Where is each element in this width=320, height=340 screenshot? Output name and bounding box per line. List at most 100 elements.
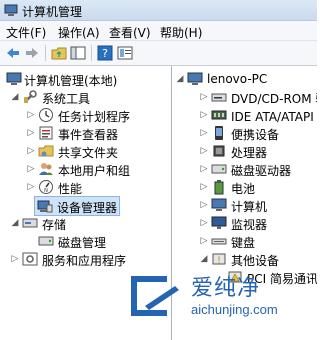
tree-item-disk-management[interactable]: 磁盘管理	[2, 232, 167, 250]
collapsed-arrow-icon[interactable]: ▷	[199, 127, 209, 139]
device-category-keyboard[interactable]: ▷ 键盘	[173, 232, 317, 250]
tree-item-storage[interactable]: ◢ 存储	[2, 214, 167, 232]
watermark-url: aichunjing.com	[191, 302, 278, 317]
device-manager-icon	[37, 200, 53, 213]
tree-item-label: 事件查看器	[58, 128, 119, 142]
menu-view[interactable]: 查看(V)	[109, 24, 151, 41]
collapsed-arrow-icon[interactable]: ▷	[199, 163, 209, 175]
back-icon[interactable]	[5, 45, 21, 61]
processor-icon	[213, 145, 225, 157]
disk-management-icon	[38, 236, 54, 246]
device-category-dvd[interactable]: ▷ DVD/CD-ROM 驱	[173, 88, 317, 106]
battery-icon	[214, 180, 224, 195]
toolbar: ?	[0, 41, 317, 66]
tree-item-label: 磁盘管理	[58, 236, 107, 250]
collapsed-arrow-icon[interactable]: ▷	[26, 127, 36, 139]
tree-item-performance[interactable]: ▷ N 性能	[2, 178, 167, 196]
collapsed-arrow-icon[interactable]: ▷	[199, 199, 209, 211]
portable-device-icon	[215, 126, 223, 140]
expanded-arrow-icon[interactable]: ◢	[175, 73, 185, 85]
forward-icon[interactable]	[24, 45, 40, 61]
shared-folder-icon	[38, 145, 54, 157]
device-category-label: 计算机	[231, 200, 268, 214]
collapsed-arrow-icon[interactable]: ▷	[199, 145, 209, 157]
tree-item-task-scheduler[interactable]: ▷ 任务计划程序	[2, 106, 167, 124]
svg-text:?: ?	[102, 47, 108, 60]
computer-icon	[211, 198, 227, 211]
tree-item-label: 存储	[42, 218, 67, 232]
menu-action[interactable]: 操作(A)	[58, 24, 100, 41]
expanded-arrow-icon[interactable]: ◢	[10, 217, 20, 229]
device-category-disk-drives[interactable]: ▷ 磁盘驱动器	[173, 160, 317, 178]
ide-controller-icon	[211, 110, 227, 120]
toolbar-separator	[45, 45, 46, 61]
device-root-lenovo-pc[interactable]: ◢ lenovo-PC	[173, 70, 317, 88]
tree-item-event-viewer[interactable]: ▷ 事件查看器	[2, 124, 167, 142]
tree-item-label: 性能	[58, 182, 83, 196]
collapsed-arrow-icon[interactable]: ▷	[199, 91, 209, 103]
device-category-label: DVD/CD-ROM 驱	[231, 92, 317, 106]
users-icon	[39, 163, 53, 175]
properties-icon[interactable]	[117, 45, 133, 61]
device-category-label: 便携设备	[231, 128, 280, 142]
tree-item-device-manager[interactable]: 设备管理器	[34, 196, 120, 216]
event-viewer-icon	[39, 126, 53, 140]
computer-management-icon	[4, 4, 18, 16]
storage-icon	[22, 218, 38, 228]
up-folder-icon[interactable]	[51, 45, 67, 61]
tree-item-computer-management[interactable]: 计算机管理(本地)	[2, 70, 167, 88]
help-icon[interactable]: ?	[97, 45, 113, 61]
toolbar-separator	[91, 45, 92, 61]
tree-item-label: 系统工具	[42, 92, 91, 106]
disk-drive-icon	[211, 164, 227, 174]
keyboard-icon	[211, 238, 227, 245]
title-bar: 计算机管理	[0, 0, 317, 21]
collapsed-arrow-icon[interactable]: ▷	[199, 235, 209, 247]
collapsed-arrow-icon[interactable]: ▷	[26, 109, 36, 121]
computer-icon	[187, 72, 203, 85]
tree-item-label: 本地用户和组	[58, 164, 131, 178]
collapsed-arrow-icon[interactable]: ▷	[10, 253, 20, 265]
device-category-battery[interactable]: ▷ 电池	[173, 178, 317, 196]
expanded-arrow-icon[interactable]: ◢	[10, 91, 20, 103]
tree-item-label: 计算机管理(本地)	[24, 74, 118, 88]
collapsed-arrow-icon[interactable]: ▷	[26, 181, 36, 193]
tree-item-label: 共享文件夹	[58, 146, 119, 160]
menu-help[interactable]: 帮助(H)	[160, 24, 202, 41]
tree-item-shared-folders[interactable]: ▷ 共享文件夹	[2, 142, 167, 160]
watermark-logo-icon	[131, 276, 179, 316]
collapsed-arrow-icon[interactable]: ▷	[199, 181, 209, 193]
tree-item-label: 任务计划程序	[58, 110, 131, 124]
menu-file[interactable]: 文件(F)	[6, 24, 46, 41]
device-category-processor[interactable]: ▷ 处理器	[173, 142, 317, 160]
tree-item-label: 服务和应用程序	[42, 254, 127, 268]
tree-item-system-tools[interactable]: ◢ 系统工具	[2, 88, 167, 106]
device-category-monitors[interactable]: ▷ 监视器	[173, 214, 317, 232]
device-category-label: 监视器	[231, 218, 268, 232]
device-category-label: 处理器	[231, 146, 268, 160]
collapsed-arrow-icon[interactable]: ▷	[26, 163, 36, 175]
performance-icon: N	[39, 180, 53, 194]
clock-icon	[39, 108, 53, 122]
watermark: 爱纯净 aichunjing.com	[119, 262, 317, 340]
device-category-ide[interactable]: ▷ IDE ATA/ATAPI 控	[173, 106, 317, 124]
dvd-drive-icon	[211, 93, 227, 102]
device-category-computer[interactable]: ▷ 计算机	[173, 196, 317, 214]
computer-management-icon	[6, 72, 22, 85]
collapsed-arrow-icon[interactable]: ▷	[199, 109, 209, 121]
collapsed-arrow-icon[interactable]: ▷	[26, 145, 36, 157]
device-category-portable[interactable]: ▷ 便携设备	[173, 124, 317, 142]
device-category-label: 电池	[231, 182, 256, 196]
svg-text:N: N	[44, 188, 48, 194]
show-hide-tree-icon[interactable]	[70, 45, 86, 61]
monitor-icon	[211, 216, 227, 229]
window-title: 计算机管理	[22, 5, 83, 19]
watermark-brand: 爱纯净	[191, 276, 261, 301]
device-category-label: IDE ATA/ATAPI 控	[231, 110, 317, 124]
tree-item-local-users-groups[interactable]: ▷ 本地用户和组	[2, 160, 167, 178]
system-tools-icon	[24, 90, 37, 103]
menu-bar: 文件(F) 操作(A) 查看(V) 帮助(H)	[0, 21, 317, 41]
collapsed-arrow-icon[interactable]: ▷	[199, 217, 209, 229]
device-category-label: 磁盘驱动器	[231, 164, 292, 178]
device-category-label: 键盘	[231, 236, 256, 250]
